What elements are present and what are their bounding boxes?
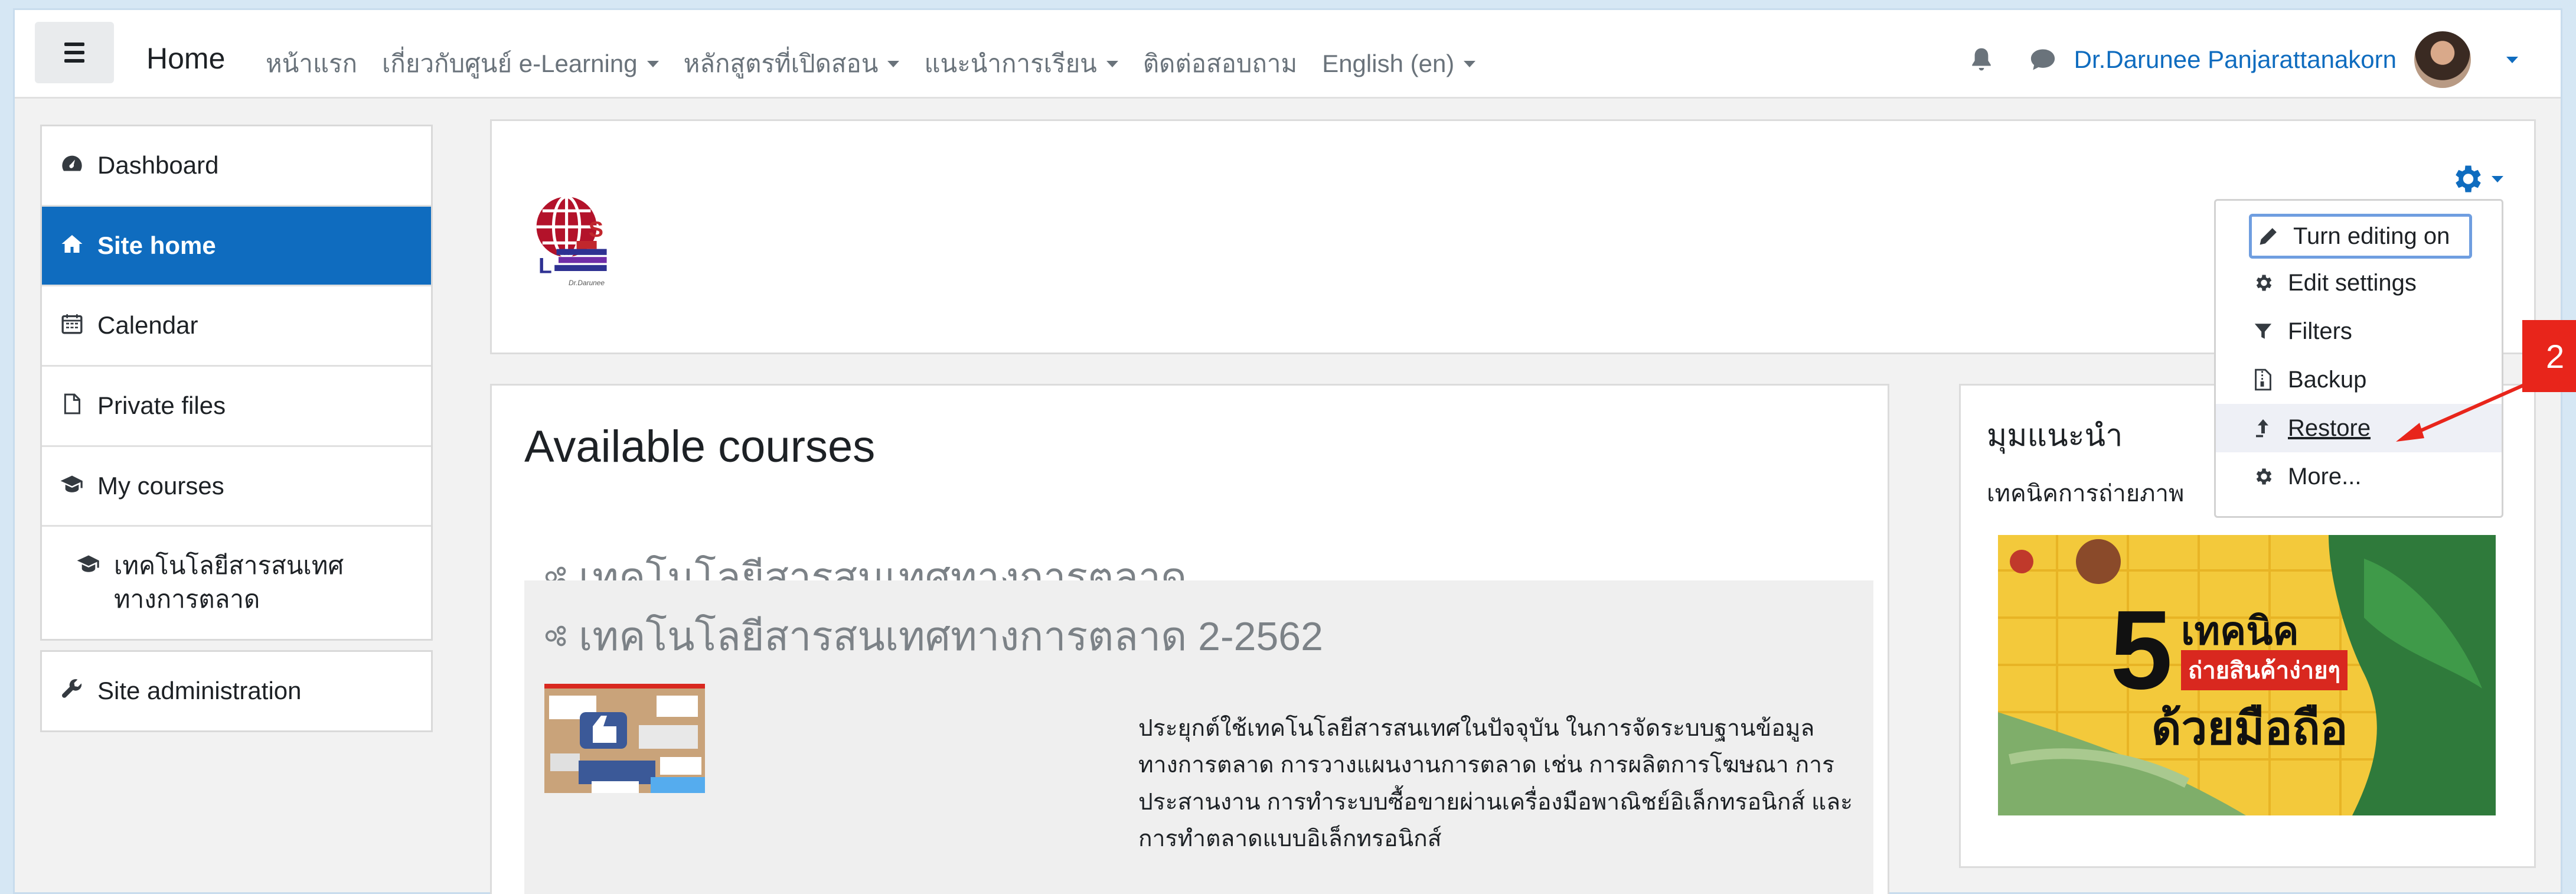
site-home-link[interactable]: Home xyxy=(146,41,225,76)
sidebar-item-site-home[interactable]: Site home xyxy=(42,206,431,287)
caret-down-icon xyxy=(887,60,900,67)
menu-toggle-button[interactable] xyxy=(35,22,114,83)
nav-drawer-admin: Site administration xyxy=(40,650,433,732)
nav-drawer-main: Dashboard Site home Calendar Private fil… xyxy=(40,125,433,641)
top-navbar: Home หน้าแรก เกี่ยวกับศูนย์ e-Learning ห… xyxy=(15,10,2561,99)
chat-icon[interactable] xyxy=(2029,47,2056,72)
sidebar-item-course[interactable]: เทคโนโลยีสารสนเทศทางการตลาด xyxy=(42,527,431,638)
step-marker: 2 xyxy=(2522,320,2576,392)
banner-number: 5 xyxy=(2110,588,2173,713)
sidebar-item-my-courses[interactable]: My courses xyxy=(42,447,431,527)
course-item: เทคโนโลยีสารสนเทศทางการตลาด 2-2562 ประยุ… xyxy=(524,580,1873,894)
svg-text:Dr.Darunee: Dr.Darunee xyxy=(569,279,605,287)
user-menu-caret-icon[interactable] xyxy=(2506,56,2518,63)
hamburger-icon xyxy=(64,43,84,46)
block-title: มุมแนะนำ xyxy=(1987,419,2123,453)
nav-item-guide[interactable]: แนะนำการเรียน xyxy=(924,44,1118,83)
graduation-cap-icon xyxy=(60,472,84,497)
nav-item-about[interactable]: เกี่ยวกับศูนย์ e-Learning xyxy=(382,44,659,83)
svg-text:L: L xyxy=(538,253,552,278)
menu-item-backup[interactable]: Backup xyxy=(2216,355,2502,404)
home-icon xyxy=(60,231,84,256)
user-name[interactable]: Dr.Darunee Panjarattanakorn xyxy=(2074,45,2397,74)
wrench-icon xyxy=(60,677,84,702)
gear-icon xyxy=(2251,465,2275,488)
banner-line3: ด้วยมือถือ xyxy=(2151,702,2348,754)
pencil-icon xyxy=(2257,224,2280,248)
menu-item-turn-editing-on[interactable]: Turn editing on xyxy=(2249,214,2472,259)
gear-icon xyxy=(2251,271,2275,295)
graduation-cap-icon xyxy=(76,552,101,576)
course-link[interactable]: เทคโนโลยีสารสนเทศทางการตลาด 2-2562 xyxy=(543,604,1323,668)
nav-drawer: Dashboard Site home Calendar Private fil… xyxy=(40,125,433,732)
file-icon xyxy=(60,391,84,416)
language-menu[interactable]: English (en) xyxy=(1322,44,1476,83)
gear-icon xyxy=(2456,165,2481,192)
caret-down-icon xyxy=(1106,60,1118,67)
user-nav: Dr.Darunee Panjarattanakorn xyxy=(1969,31,2518,88)
block-subtitle: เทคนิคการถ่ายภาพ xyxy=(1987,481,2185,507)
sidebar-item-site-admin[interactable]: Site administration xyxy=(42,652,431,730)
course-image[interactable] xyxy=(544,684,705,793)
section-title: Available courses xyxy=(524,422,876,472)
promo-banner[interactable]: 5 เทคนิค ถ่ายสินค้าง่ายๆ ด้วยมือถือ xyxy=(1998,535,2496,815)
caret-down-icon xyxy=(647,60,659,67)
dashboard-icon xyxy=(60,151,84,176)
filter-icon xyxy=(2251,319,2275,343)
menu-item-more[interactable]: More... xyxy=(2216,452,2502,501)
menu-item-filters[interactable]: Filters xyxy=(2216,307,2502,355)
svg-text:S: S xyxy=(589,217,603,242)
nav-item-courses[interactable]: หลักสูตรที่เปิดสอน xyxy=(684,44,900,83)
banner-line2: ถ่ายสินค้าง่ายๆ xyxy=(2181,650,2348,690)
calendar-icon xyxy=(60,311,84,336)
sidebar-item-calendar[interactable]: Calendar xyxy=(42,286,431,367)
nav-item-contact[interactable]: ติดต่อสอบถาม xyxy=(1143,44,1297,83)
settings-menu-toggle[interactable] xyxy=(2449,161,2503,197)
avatar[interactable] xyxy=(2414,31,2471,88)
caret-down-icon xyxy=(2492,175,2503,182)
nav-item-home-th[interactable]: หน้าแรก xyxy=(266,44,357,83)
site-logo: S L Dr.Darunee xyxy=(536,195,607,287)
course-item: เทคโนโลยีสารสนเทศทางการตลาด xyxy=(524,504,1900,600)
available-courses-region: Available courses เทคโนโลยีสารสนเทศทางกา… xyxy=(490,384,1889,894)
course-bullet-icon xyxy=(545,625,566,647)
nav-links: หน้าแรก เกี่ยวกับศูนย์ e-Learning หลักสู… xyxy=(266,44,1476,83)
caret-down-icon xyxy=(1464,60,1476,67)
sidebar-item-dashboard[interactable]: Dashboard xyxy=(42,126,431,207)
bell-icon[interactable] xyxy=(1969,46,1994,73)
menu-item-restore[interactable]: Restore xyxy=(2216,404,2502,452)
sidebar-item-private-files[interactable]: Private files xyxy=(42,367,431,447)
file-archive-icon xyxy=(2251,368,2275,391)
menu-item-edit-settings[interactable]: Edit settings xyxy=(2216,259,2502,307)
upload-icon xyxy=(2251,416,2275,440)
course-summary: ประยุกต์ใช้เทคโนโลยีสารสนเทศในปัจจุบัน ใ… xyxy=(1138,716,1853,852)
settings-dropdown-menu: Turn editing on Edit settings Filters Ba… xyxy=(2214,199,2503,518)
